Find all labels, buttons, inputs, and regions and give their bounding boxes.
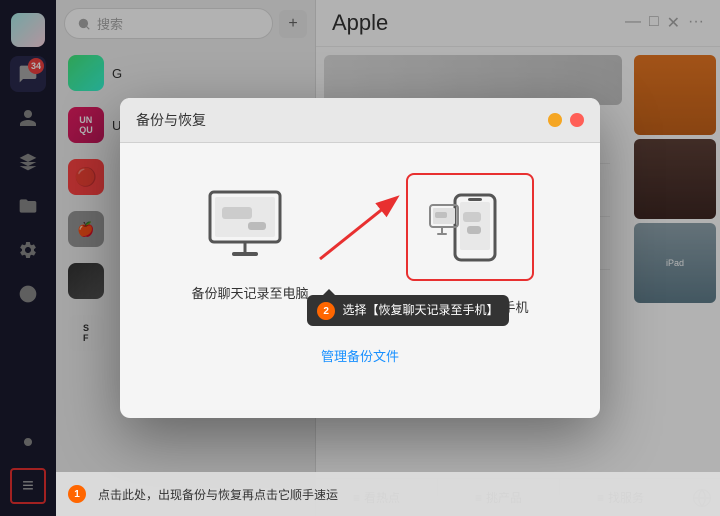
tooltip-text: 选择【恢复聊天记录至手机】	[342, 303, 498, 317]
manage-backup-link[interactable]: 管理备份文件	[120, 336, 600, 375]
dialog-body: 备份聊天记录至电脑	[120, 143, 600, 336]
selected-highlight-box	[406, 173, 534, 281]
monitor-svg	[200, 187, 300, 267]
dialog-controls: — ✕	[548, 113, 584, 127]
modal-overlay: 备份与恢复 — ✕	[0, 0, 720, 516]
instruction-bar: 1 点击此处，出现备份与恢复再点击它顺手速运	[56, 472, 720, 516]
phone-icon-container	[420, 187, 520, 267]
tooltip-area: 恢复聊天记录至手机 2 选择【恢复聊天记录至手机】	[411, 297, 528, 316]
backup-dialog: 备份与恢复 — ✕	[120, 98, 600, 418]
dialog-close-button[interactable]: ✕	[570, 113, 584, 127]
dialog-header: 备份与恢复 — ✕	[120, 98, 600, 143]
phone-svg	[425, 190, 515, 265]
backup-to-pc-label: 备份聊天记录至电脑	[191, 283, 308, 302]
monitor-icon-container	[200, 187, 300, 267]
dialog-minimize-button[interactable]: —	[548, 113, 562, 127]
backup-to-pc-option[interactable]: 备份聊天记录至电脑	[170, 187, 330, 302]
dialog-title: 备份与恢复	[136, 110, 206, 130]
step-2-badge: 2	[317, 302, 335, 320]
instruction-text: 点击此处，出现备份与恢复再点击它顺手速运	[98, 486, 338, 503]
step-1-badge: 1	[68, 485, 86, 503]
restore-to-phone-option[interactable]: 恢复聊天记录至手机 2 选择【恢复聊天记录至手机】	[390, 173, 550, 316]
tooltip-bubble: 2 选择【恢复聊天记录至手机】	[307, 295, 508, 327]
